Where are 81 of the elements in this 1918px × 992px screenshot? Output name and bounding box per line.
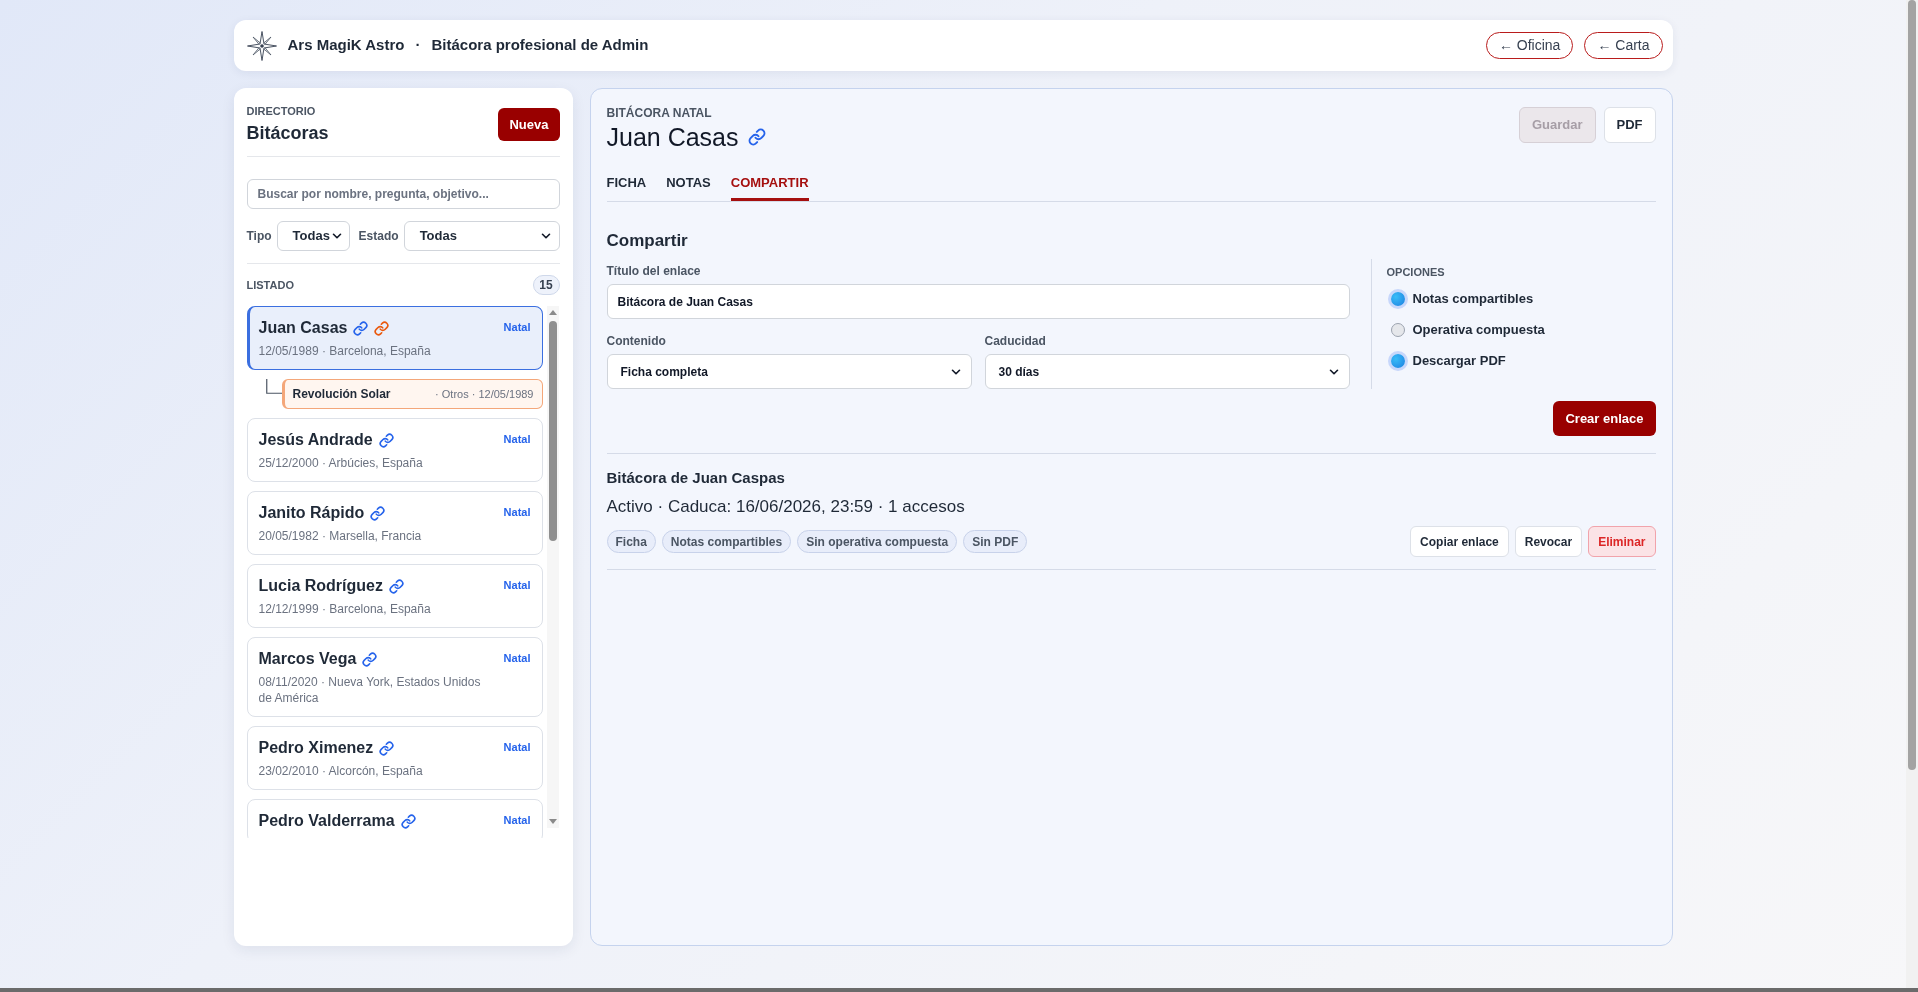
- scrollbar-thumb[interactable]: [1908, 0, 1916, 770]
- type-label: Natal: [503, 505, 531, 520]
- link-title-input[interactable]: Bitácora de Juan Casas: [606, 284, 1350, 319]
- tag: Sin operativa compuesta: [797, 530, 958, 553]
- record-list-item[interactable]: Juan Casas 12/05/1989 · Barcelona, España Natal: [246, 306, 543, 370]
- back-link-button[interactable]: ← Oficina: [1485, 32, 1574, 59]
- record-name: Janito Rápido: [258, 503, 365, 523]
- filter-label: Tipo: [246, 228, 272, 245]
- type-label: Natal: [503, 740, 531, 755]
- new-button[interactable]: Nueva: [498, 108, 560, 141]
- record-name: Pedro Ximenez: [258, 738, 374, 758]
- tab[interactable]: NOTAS: [666, 171, 711, 201]
- record-name: Juan Casas: [258, 318, 348, 338]
- delete-button[interactable]: Eliminar: [1588, 526, 1656, 557]
- checkbox[interactable]: [1390, 323, 1405, 337]
- tab[interactable]: COMPARTIR: [730, 171, 809, 201]
- filter-select[interactable]: Todas: [276, 221, 350, 251]
- option-label: Descargar PDF: [1412, 352, 1506, 371]
- link-action-button[interactable]: Revocar: [1514, 526, 1583, 557]
- tree-branch-icon: [265, 379, 282, 394]
- field-label: Título del enlace: [606, 264, 702, 278]
- record-list-item[interactable]: Lucia Rodríguez 12/12/1999 · Barcelona, España Natal: [246, 564, 543, 628]
- record-name: Lucia Rodríguez: [258, 576, 383, 596]
- option-label: Operativa compuesta: [1412, 321, 1545, 340]
- pdf-button[interactable]: PDF: [1603, 107, 1656, 143]
- tab[interactable]: FICHA: [606, 171, 647, 201]
- link-action-button[interactable]: Copiar enlace: [1410, 526, 1509, 557]
- child-record-name: Revolución Solar: [292, 386, 391, 403]
- app-name: Ars MagiK Astro: [287, 35, 405, 56]
- record-details: 25/12/2000 · Arbúcies, España: [258, 455, 423, 471]
- field-label: Caducidad: [984, 334, 1047, 348]
- record-details: 08/11/2020 · Nueva York, Estados Unidos de América: [258, 674, 482, 706]
- scroll-up-icon[interactable]: [548, 310, 557, 315]
- options-label: OPCIONES: [1386, 266, 1446, 278]
- record-details: 20/05/1982 · Marsella, Francia: [258, 528, 422, 544]
- tag: Ficha: [606, 530, 656, 553]
- section-eyebrow: DIRECTORIO: [246, 104, 317, 118]
- record-details: 12/12/1999 · Barcelona, España: [258, 601, 431, 617]
- child-record-details: · Otros · 12/05/1989: [435, 386, 534, 402]
- type-label: Natal: [503, 578, 531, 593]
- record-list-item[interactable]: Janito Rápido 20/05/1982 · Marsella, Francia Natal: [246, 491, 543, 555]
- record-list-item[interactable]: Pedro Ximenez 23/02/2010 · Alcorcón, España Natal: [246, 726, 543, 790]
- record-list-item[interactable]: Jesús Andrade 25/12/2000 · Arbúcies, España Natal: [246, 418, 543, 482]
- compass-star-icon: [246, 30, 277, 61]
- count-badge: 15: [532, 275, 560, 295]
- type-label: Natal: [503, 813, 531, 828]
- title-separator: ·: [415, 35, 421, 56]
- section-heading: Compartir: [606, 231, 689, 251]
- checkbox[interactable]: [1390, 292, 1405, 306]
- checkbox[interactable]: [1390, 354, 1405, 368]
- record-details: 23/02/2010 · Alcorcón, España: [258, 763, 423, 779]
- scroll-down-icon[interactable]: [548, 819, 557, 824]
- dropdown-select[interactable]: 30 días: [984, 354, 1350, 389]
- back-link-button[interactable]: ← Carta: [1584, 32, 1663, 59]
- record-name: Pedro Valderrama: [258, 811, 395, 831]
- type-label: Natal: [503, 651, 531, 666]
- search-field[interactable]: Buscar por nombre, pregunta, objetivo...: [246, 179, 560, 209]
- record-name: Jesús Andrade: [258, 430, 373, 450]
- dropdown-select[interactable]: Ficha completa: [606, 354, 972, 389]
- type-label: Natal: [503, 320, 531, 335]
- record-name: Marcos Vega: [258, 649, 357, 669]
- child-record-item[interactable]: Revolución Solar · Otros · 12/05/1989: [281, 379, 543, 409]
- tag: Notas compartibles: [661, 530, 792, 553]
- record-list-item[interactable]: Marcos Vega 08/11/2020 · Nueva York, Estados Unidos de América Natal: [246, 637, 543, 717]
- page-title: Bitácora profesional de Admin: [431, 35, 649, 56]
- type-label: Natal: [503, 432, 531, 447]
- filter-select[interactable]: Todas: [403, 221, 560, 251]
- option-label: Notas compartibles: [1412, 290, 1534, 309]
- shared-link-status: Activo · Caduca: 16/06/2026, 23:59 · 1 accesos: [606, 496, 966, 518]
- record-list-item[interactable]: Pedro Valderrama Natal: [246, 799, 543, 838]
- record-details: 12/05/1989 · Barcelona, España: [258, 343, 431, 359]
- shared-link-title: Bitácora de Juan Caspas: [606, 469, 786, 487]
- record-title: Juan Casas: [606, 122, 739, 152]
- create-link-button[interactable]: Crear enlace: [1553, 401, 1656, 436]
- list-label: LISTADO: [246, 277, 294, 293]
- field-label: Contenido: [606, 334, 667, 348]
- tag: Sin PDF: [963, 530, 1028, 553]
- scrollbar-thumb[interactable]: [548, 321, 557, 541]
- panel-title: Bitácoras: [246, 122, 329, 145]
- record-eyebrow: BITÁCORA NATAL: [606, 106, 713, 120]
- filter-label: Estado: [358, 228, 399, 245]
